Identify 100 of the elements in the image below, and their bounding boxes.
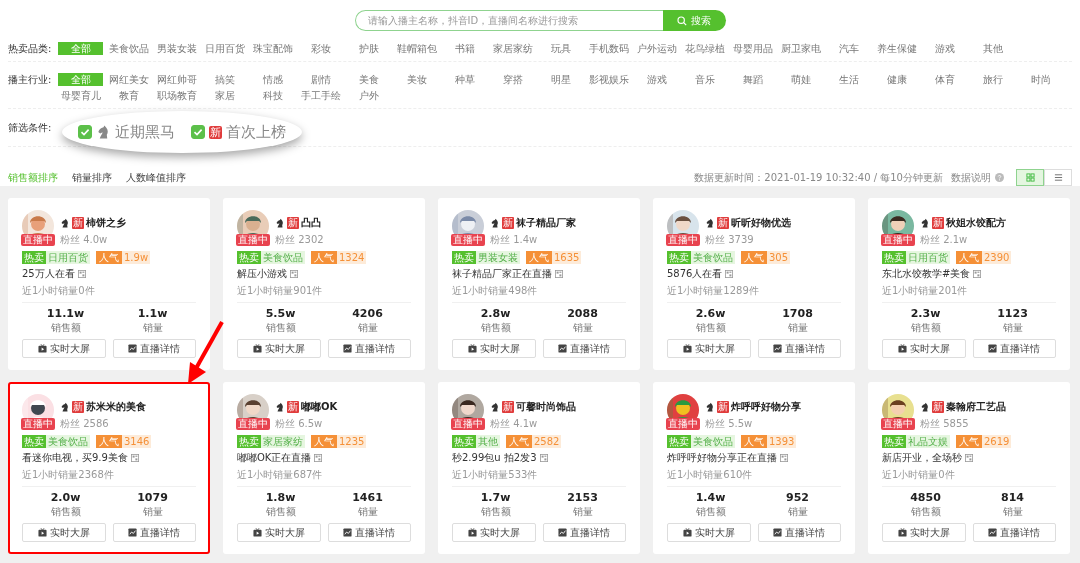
checkbox[interactable]	[78, 125, 92, 139]
streamer-card[interactable]: 直播中 新 凸凸 粉丝 2302 热卖 美食饮品 人气 1324 解压小游戏 近1小时销量901件 5.5w 销售额 4206 销量 实时大屏 直播详情	[223, 198, 425, 370]
filter-option[interactable]: 游戏	[922, 42, 967, 55]
filter-option[interactable]: 美妆	[394, 73, 439, 86]
filter-option[interactable]: 汽车	[826, 42, 871, 55]
filter-option[interactable]: 户外	[346, 89, 391, 102]
filter-option[interactable]: 美食饮品	[106, 42, 151, 55]
streamer-name[interactable]: 可馨时尚饰品	[516, 400, 576, 414]
grid-view-button[interactable]	[1016, 169, 1044, 186]
qr-icon[interactable]	[539, 454, 548, 462]
filter-option[interactable]: 户外运动	[634, 42, 679, 55]
filter-option[interactable]: 家居	[202, 89, 247, 102]
live-screen-button[interactable]: 实时大屏	[22, 523, 106, 542]
live-screen-button[interactable]: 实时大屏	[667, 523, 751, 542]
live-details-button[interactable]: 直播详情	[327, 523, 411, 542]
filter-option[interactable]: 鞋帽箱包	[394, 42, 439, 55]
filter-option[interactable]: 花鸟绿植	[682, 42, 727, 55]
streamer-card[interactable]: 直播中 新 袜子精品厂家 粉丝 1.4w 热卖 男装女装 人气 1635 袜子精品厂家正在直播 近1小时销量498件 2.8w 销售额 2088 销量 实时大屏 直播详情	[438, 198, 640, 370]
filter-option[interactable]: 生活	[826, 73, 871, 86]
streamer-card[interactable]: 直播中 新 昕昕好物优选 粉丝 3739 热卖 美食饮品 人气 305 5876人在看 近1小时销量1289件 2.6w 销售额 1708 销量 实时大屏 直播详情	[653, 198, 855, 370]
streamer-name[interactable]: 嘟嘟OK	[301, 400, 338, 414]
filter-option[interactable]: 家居家纺	[490, 42, 535, 55]
filter-option[interactable]: 美食	[346, 73, 391, 86]
filter-option[interactable]: 手工手绘	[298, 89, 343, 102]
live-screen-button[interactable]: 实时大屏	[452, 523, 536, 542]
filter-option[interactable]: 旅行	[970, 73, 1015, 86]
streamer-card[interactable]: 直播中 新 秋姐水饺配方 粉丝 2.1w 热卖 日用百货 人气 2390 东北水饺教学#美食 近1小时销量201件 2.3w 销售额 1123 销量 实时大屏 直播详情	[868, 198, 1070, 370]
live-screen-button[interactable]: 实时大屏	[22, 339, 106, 358]
filter-option[interactable]: 网红美女	[106, 73, 151, 86]
live-details-button[interactable]: 直播详情	[112, 523, 196, 542]
live-screen-button[interactable]: 实时大屏	[667, 339, 751, 358]
filter-option[interactable]: 音乐	[682, 73, 727, 86]
qr-icon[interactable]	[555, 270, 563, 278]
live-screen-button[interactable]: 实时大屏	[882, 339, 966, 358]
streamer-name[interactable]: 袜子精品厂家	[516, 216, 576, 230]
qr-icon[interactable]	[314, 454, 323, 462]
filter-option[interactable]: 彩妆	[298, 42, 343, 55]
streamer-name[interactable]: 凸凸	[301, 216, 321, 230]
qr-icon[interactable]	[780, 454, 788, 462]
streamer-name[interactable]: 昕昕好物优选	[731, 216, 791, 230]
qr-icon[interactable]	[973, 270, 982, 278]
streamer-card[interactable]: 直播中 新 秦翰府工艺品 粉丝 5855 热卖 礼品文娱 人气 2619 新店开业，全场秒 近1小时销量0件 4850 销售额 814 销量 实时大屏 直播详情	[868, 382, 1070, 554]
live-details-button[interactable]: 直播详情	[327, 339, 411, 358]
filter-option[interactable]: 母婴育儿	[58, 89, 103, 102]
filter-option[interactable]: 情感	[250, 73, 295, 86]
live-screen-button[interactable]: 实时大屏	[237, 339, 321, 358]
filter-option[interactable]: 网红帅哥	[154, 73, 199, 86]
filter-option[interactable]: 时尚	[1018, 73, 1063, 86]
streamer-name[interactable]: 柿饼之乡	[86, 216, 126, 230]
filter-option[interactable]: 种草	[442, 73, 487, 86]
filter-option[interactable]: 手机数码	[586, 42, 631, 55]
qr-icon[interactable]	[965, 454, 973, 462]
streamer-card[interactable]: 直播中 新 柿饼之乡 粉丝 4.0w 热卖 日用百货 人气 1.9w 25万人在看 近1小时销量0件 11.1w 销售额 1.1w 销量 实时大屏 直播详情	[8, 198, 210, 370]
filter-option[interactable]: 日用百货	[202, 42, 247, 55]
streamer-card[interactable]: 直播中 新 可馨时尚饰品 粉丝 4.1w 热卖 其他 人气 2582 秒2.99包u 拍2发3 近1小时销量533件 1.7w 销售额 2153 销量 实时大屏 直播详情	[438, 382, 640, 554]
live-screen-button[interactable]: 实时大屏	[237, 523, 321, 542]
filter-option[interactable]: 珠宝配饰	[250, 42, 295, 55]
qr-icon[interactable]	[77, 270, 86, 278]
filter-option[interactable]: 科技	[250, 89, 295, 102]
streamer-card[interactable]: 直播中 新 嘟嘟OK 粉丝 6.5w 热卖 家居家纺 人气 1235 嘟嘟OK正在直播 近1小时销量687件 1.8w 销售额 1461 销量 实时大屏 直播详情	[223, 382, 425, 554]
filter-option[interactable]: 书籍	[442, 42, 487, 55]
filter-option[interactable]: 游戏	[634, 73, 679, 86]
filter-option[interactable]: 影视娱乐	[586, 73, 631, 86]
qr-icon[interactable]	[130, 454, 139, 462]
filter-option[interactable]: 穿搭	[490, 73, 535, 86]
list-view-button[interactable]	[1044, 169, 1072, 186]
filter-option[interactable]: 舞蹈	[730, 73, 775, 86]
streamer-name[interactable]: 秦翰府工艺品	[946, 400, 1006, 414]
sort-tab[interactable]: 人数峰值排序	[126, 170, 186, 185]
live-details-button[interactable]: 直播详情	[542, 523, 626, 542]
filter-option[interactable]: 搞笑	[202, 73, 247, 86]
live-details-button[interactable]: 直播详情	[757, 523, 841, 542]
live-details-button[interactable]: 直播详情	[972, 339, 1056, 358]
filter-option[interactable]: 萌娃	[778, 73, 823, 86]
streamer-name[interactable]: 苏米米的美食	[86, 400, 146, 414]
sort-tab[interactable]: 销量排序	[72, 170, 112, 185]
filter-option[interactable]: 男装女装	[154, 42, 199, 55]
filter-option[interactable]: 养生保健	[874, 42, 919, 55]
live-details-button[interactable]: 直播详情	[757, 339, 841, 358]
filter-option[interactable]: 其他	[970, 42, 1015, 55]
live-details-button[interactable]: 直播详情	[112, 339, 196, 358]
live-screen-button[interactable]: 实时大屏	[452, 339, 536, 358]
filter-option[interactable]: 体育	[922, 73, 967, 86]
qr-icon[interactable]	[290, 270, 298, 278]
filter-option[interactable]: 健康	[874, 73, 919, 86]
filter-option[interactable]: 职场教育	[154, 89, 199, 102]
streamer-name[interactable]: 秋姐水饺配方	[946, 216, 1006, 230]
filter-option[interactable]: 玩具	[538, 42, 583, 55]
filter-option[interactable]: 护肤	[346, 42, 391, 55]
live-screen-button[interactable]: 实时大屏	[882, 523, 966, 542]
streamer-card[interactable]: 直播中 新 炸呼呼好物分享 粉丝 5.5w 热卖 美食饮品 人气 1393 炸呼呼好物分享正在直播 近1小时销量610件 1.4w 销售额 952 销量 实时大屏 直播详情	[653, 382, 855, 554]
filter-option[interactable]: 教育	[106, 89, 151, 102]
filter-option[interactable]: 明星	[538, 73, 583, 86]
data-help-link[interactable]: 数据说明	[951, 170, 991, 185]
filter-option[interactable]: 剧情	[298, 73, 343, 86]
qr-icon[interactable]	[725, 270, 734, 278]
checkbox[interactable]	[191, 125, 205, 139]
live-details-button[interactable]: 直播详情	[972, 523, 1056, 542]
live-details-button[interactable]: 直播详情	[542, 339, 626, 358]
streamer-name[interactable]: 炸呼呼好物分享	[731, 400, 801, 414]
